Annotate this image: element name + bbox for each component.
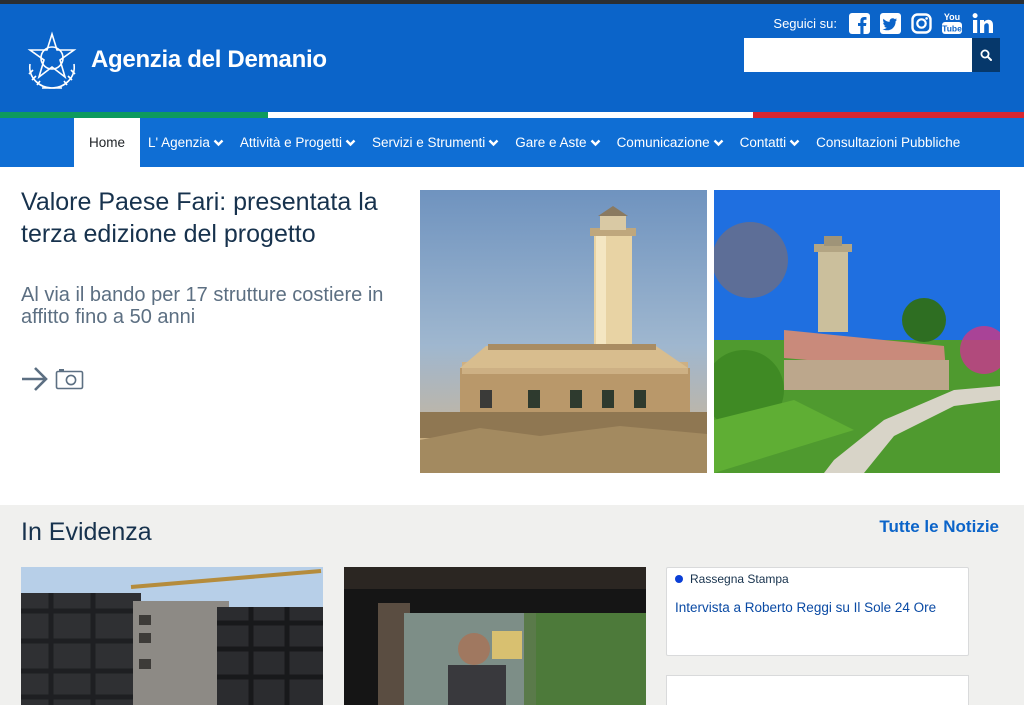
lighthouse-photo-1[interactable] xyxy=(420,190,707,473)
search-input[interactable] xyxy=(744,38,972,72)
chevron-down-icon xyxy=(789,139,800,147)
section-title: In Evidenza xyxy=(21,518,152,546)
conference-photo[interactable] xyxy=(344,567,646,705)
news-title[interactable]: Intervista a Roberto Reggi su Il Sole 24… xyxy=(675,600,936,615)
youtube-icon[interactable]: You Tube xyxy=(941,12,963,34)
chevron-down-icon xyxy=(213,139,224,147)
nav-item-consultazioni-pubbliche[interactable]: Consultazioni Pubbliche xyxy=(808,118,968,167)
nav-item-gare-aste[interactable]: Gare e Aste xyxy=(507,118,608,167)
instagram-icon[interactable] xyxy=(910,12,932,34)
in-evidenza-section: In Evidenza Tutte le Notizie Rassegna St… xyxy=(0,505,1024,705)
main-navigation: Home L' Agenzia Attività e Progetti Serv… xyxy=(0,118,1024,167)
chevron-down-icon xyxy=(590,139,600,147)
social-label: Seguici su: xyxy=(773,15,837,31)
camera-icon[interactable] xyxy=(55,367,85,391)
svg-text:You: You xyxy=(944,12,960,22)
lighthouse-photo-2[interactable] xyxy=(714,190,1000,473)
all-news-link[interactable]: Tutte le Notizie xyxy=(879,517,999,537)
news-card[interactable]: Rassegna Stampa Intervista a Roberto Reg… xyxy=(666,567,969,656)
building-photo[interactable] xyxy=(21,567,323,705)
italian-republic-emblem-icon[interactable] xyxy=(24,30,80,92)
twitter-icon[interactable] xyxy=(879,12,901,34)
nav-item-comunicazione[interactable]: Comunicazione xyxy=(609,118,732,167)
nav-item-agenzia[interactable]: L' Agenzia xyxy=(140,118,232,167)
category-dot-icon xyxy=(675,575,683,583)
nav-item-servizi-strumenti[interactable]: Servizi e Strumenti xyxy=(364,118,507,167)
social-links: Seguici su: You Tube xyxy=(773,12,994,34)
hero-subtitle: Al via il bando per 17 strutture costier… xyxy=(21,284,384,328)
search-button[interactable] xyxy=(972,38,1000,72)
nav-item-contatti[interactable]: Contatti xyxy=(732,118,809,167)
search-icon xyxy=(980,49,992,61)
site-header: Agenzia del Demanio Seguici su: You Tube xyxy=(0,4,1024,112)
chevron-down-icon xyxy=(713,139,723,147)
arrow-right-icon[interactable] xyxy=(20,365,50,393)
nav-item-attivita-progetti[interactable]: Attività e Progetti xyxy=(232,118,364,167)
facebook-icon[interactable] xyxy=(848,12,870,34)
hero-title[interactable]: Valore Paese Fari: presentata la terza e… xyxy=(21,186,411,250)
svg-text:Tube: Tube xyxy=(942,24,962,34)
chevron-down-icon xyxy=(345,139,356,147)
news-card[interactable] xyxy=(666,675,969,705)
chevron-down-icon xyxy=(488,139,499,147)
news-category: Rassegna Stampa xyxy=(675,572,789,586)
site-name[interactable]: Agenzia del Demanio xyxy=(91,46,327,74)
linkedin-icon[interactable] xyxy=(972,12,994,34)
nav-item-home[interactable]: Home xyxy=(74,118,141,167)
